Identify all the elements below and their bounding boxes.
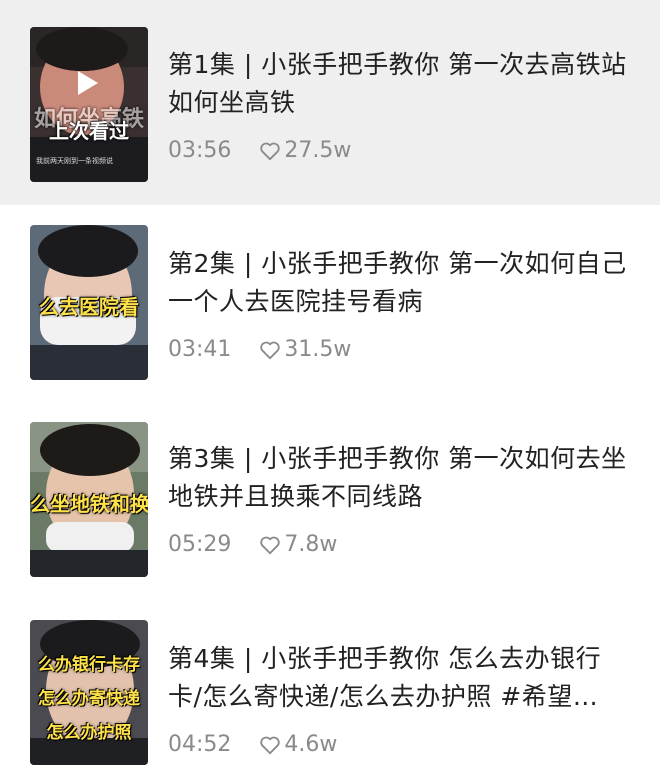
episode-thumbnail-1[interactable]: 如何坐高铁 上次看过 我前两天刚到一条视频说 [30, 27, 148, 182]
episode-duration: 05:29 [168, 532, 232, 557]
episode-title[interactable]: 第3集 | 小张手把手教你 第一次如何去坐地铁并且换乘不同线路 [168, 440, 630, 516]
episode-title[interactable]: 第2集 | 小张手把手教你 第一次如何自己一个人去医院挂号看病 [168, 245, 630, 321]
heart-outline-icon [260, 142, 281, 160]
episode-item-4[interactable]: 么办银行卡存 怎么办寄快递 怎么办护照 第4集 | 小张手把手教你 怎么去办银行… [0, 600, 660, 765]
episode-item-2[interactable]: 么去医院看 第2集 | 小张手把手教你 第一次如何自己一个人去医院挂号看病 03… [0, 205, 660, 410]
heart-outline-icon [260, 736, 281, 754]
episode-info-1[interactable]: 第1集 | 小张手把手教你 第一次去高铁站如何坐高铁 03:56 27.5w [168, 46, 630, 163]
episode-meta: 04:52 4.6w [168, 732, 630, 757]
thumbnail-caption: 怎么办寄快递 [38, 689, 140, 709]
thumbnail-caption: 么去医院看 [39, 295, 139, 319]
episode-meta: 03:56 27.5w [168, 138, 630, 163]
episode-duration: 04:52 [168, 732, 232, 757]
heart-outline-icon [260, 536, 281, 554]
play-icon[interactable] [78, 71, 98, 95]
episode-item-3[interactable]: 么坐地铁和换 第3集 | 小张手把手教你 第一次如何去坐地铁并且换乘不同线路 0… [0, 400, 660, 605]
thumbnail-caption: 怎么办护照 [46, 723, 132, 743]
episode-item-1[interactable]: 如何坐高铁 上次看过 我前两天刚到一条视频说 第1集 | 小张手把手教你 第一次… [0, 0, 660, 205]
thumbnail-subcaption: 我前两天刚到一条视频说 [36, 157, 113, 165]
episode-thumbnail-3[interactable]: 么坐地铁和换 [30, 422, 148, 577]
episode-info-2[interactable]: 第2集 | 小张手把手教你 第一次如何自己一个人去医院挂号看病 03:41 31… [168, 245, 630, 362]
episode-thumbnail-2[interactable]: 么去医院看 [30, 225, 148, 380]
episode-thumbnail-4[interactable]: 么办银行卡存 怎么办寄快递 怎么办护照 [30, 620, 148, 765]
thumbnail-caption: 么办银行卡存 [38, 655, 140, 675]
episode-info-4[interactable]: 第4集 | 小张手把手教你 怎么去办银行卡/怎么寄快递/怎么去办护照 #希望… … [168, 640, 630, 757]
heart-outline-icon [260, 341, 281, 359]
episode-likes: 7.8w [284, 532, 338, 557]
episode-list: 如何坐高铁 上次看过 我前两天刚到一条视频说 第1集 | 小张手把手教你 第一次… [0, 0, 660, 765]
episode-meta: 05:29 7.8w [168, 532, 630, 557]
episode-likes: 31.5w [284, 337, 352, 362]
episode-title[interactable]: 第1集 | 小张手把手教你 第一次去高铁站如何坐高铁 [168, 46, 630, 122]
episode-likes: 4.6w [284, 732, 338, 757]
episode-meta: 03:41 31.5w [168, 337, 630, 362]
episode-duration: 03:56 [168, 138, 232, 163]
last-watched-label: 上次看过 [49, 119, 129, 143]
thumbnail-caption: 么坐地铁和换 [30, 492, 148, 516]
episode-title[interactable]: 第4集 | 小张手把手教你 怎么去办银行卡/怎么寄快递/怎么去办护照 #希望… [168, 640, 630, 716]
episode-info-3[interactable]: 第3集 | 小张手把手教你 第一次如何去坐地铁并且换乘不同线路 05:29 7.… [168, 440, 630, 557]
episode-duration: 03:41 [168, 337, 232, 362]
episode-likes: 27.5w [284, 138, 352, 163]
